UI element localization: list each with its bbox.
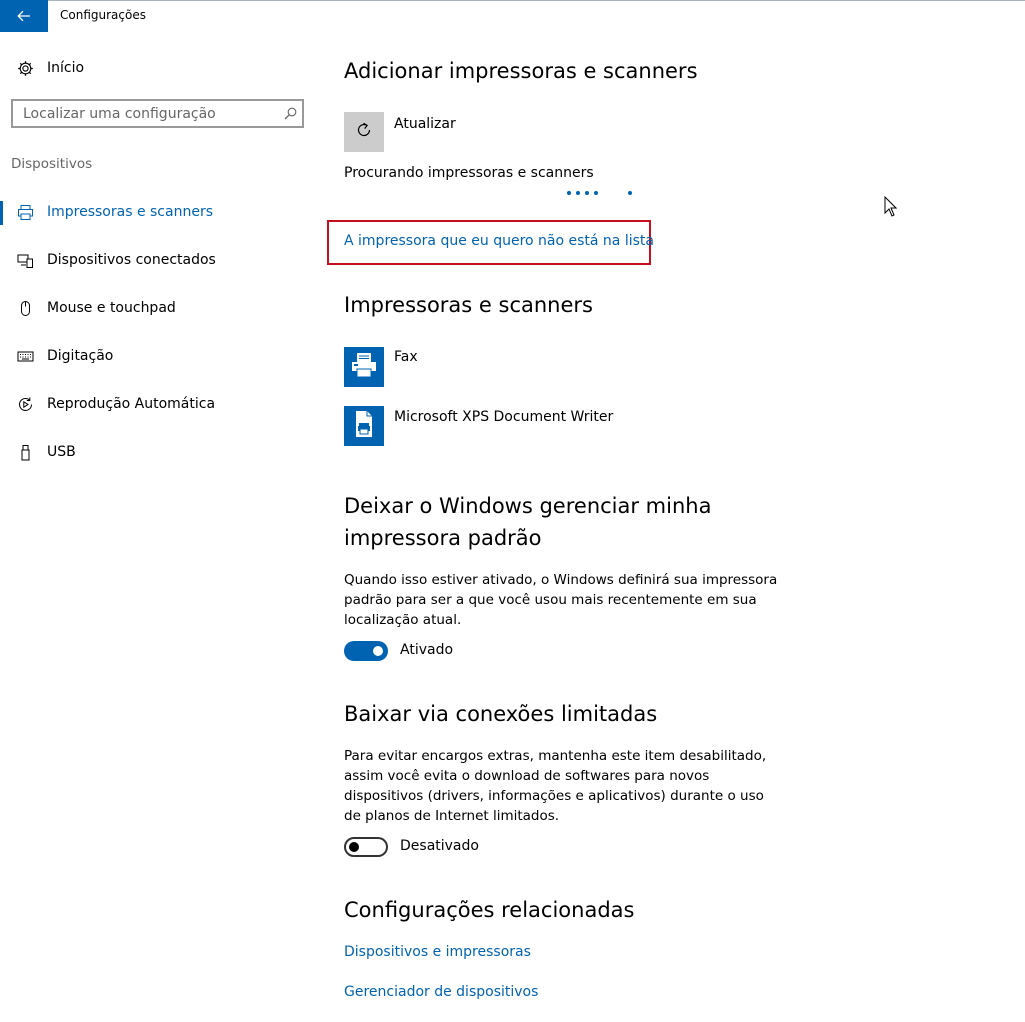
search-placeholder: Localizar uma configuração xyxy=(23,105,216,122)
metered-toggle[interactable] xyxy=(344,837,388,857)
searching-status-text: Procurando impressoras e scanners xyxy=(344,165,594,181)
home-nav-item[interactable]: Início xyxy=(16,59,84,77)
devices-and-printers-link[interactable]: Dispositivos e impressoras xyxy=(344,944,531,960)
printer-name[interactable]: Fax xyxy=(394,349,418,365)
metered-heading: Baixar via conexões limitadas xyxy=(344,702,658,726)
printer-name[interactable]: Microsoft XPS Document Writer xyxy=(394,409,613,425)
fax-icon xyxy=(349,350,379,384)
sidebar-item-connected-devices[interactable]: Dispositivos conectados xyxy=(16,251,216,269)
toggle-knob xyxy=(373,646,383,656)
default-printer-heading-line1: Deixar o Windows gerenciar minha xyxy=(344,494,712,518)
sidebar-item-printers-scanners[interactable]: Impressoras e scanners xyxy=(16,203,213,221)
metered-toggle-label: Desativado xyxy=(400,838,479,854)
default-printer-description: Quando isso estiver ativado, o Windows d… xyxy=(344,572,778,628)
printers-heading: Impressoras e scanners xyxy=(344,293,593,317)
mouse-pointer-icon xyxy=(884,195,898,221)
default-printer-toggle[interactable] xyxy=(344,641,388,661)
printer-not-listed-link[interactable]: A impressora que eu quero não está na li… xyxy=(344,233,654,249)
sidebar-item-label: Impressoras e scanners xyxy=(47,204,213,220)
sidebar-item-label: Digitação xyxy=(47,348,114,364)
refresh-label[interactable]: Atualizar xyxy=(394,116,456,132)
sidebar-item-label: USB xyxy=(47,444,76,460)
sidebar-item-label: Reprodução Automática xyxy=(47,396,216,412)
mouse-icon xyxy=(16,299,34,317)
connected-devices-icon xyxy=(16,251,34,269)
related-settings-heading: Configurações relacionadas xyxy=(344,898,635,922)
back-button[interactable] xyxy=(0,0,48,32)
sidebar-item-usb[interactable]: USB xyxy=(16,443,76,461)
back-arrow-icon xyxy=(17,7,31,26)
keyboard-icon xyxy=(16,347,34,365)
sidebar-item-label: Dispositivos conectados xyxy=(47,252,216,268)
home-label: Início xyxy=(47,60,85,76)
refresh-button[interactable] xyxy=(344,112,384,152)
metered-description: Para evitar encargos extras, mantenha es… xyxy=(344,748,767,824)
autoplay-icon xyxy=(16,395,34,413)
add-printers-heading: Adicionar impressoras e scanners xyxy=(344,59,698,83)
window-title: Configurações xyxy=(60,8,146,22)
document-printer-icon xyxy=(349,409,379,443)
sidebar-section-label: Dispositivos xyxy=(11,156,93,172)
default-printer-toggle-label: Ativado xyxy=(400,642,454,658)
sidebar-item-mouse-touchpad[interactable]: Mouse e touchpad xyxy=(16,299,176,317)
printer-item-xps[interactable] xyxy=(344,406,384,446)
settings-search-input[interactable]: Localizar uma configuração xyxy=(11,99,304,128)
sidebar-item-typing[interactable]: Digitação xyxy=(16,347,113,365)
refresh-icon xyxy=(355,121,373,143)
device-manager-link[interactable]: Gerenciador de dispositivos xyxy=(344,984,538,1000)
printer-item-fax[interactable] xyxy=(344,347,384,387)
toggle-knob xyxy=(349,842,359,852)
printer-icon xyxy=(16,203,34,221)
sidebar-item-label: Mouse e touchpad xyxy=(47,300,176,316)
default-printer-heading-line2: impressora padrão xyxy=(344,526,542,550)
active-item-indicator xyxy=(0,201,3,225)
sidebar-item-autoplay[interactable]: Reprodução Automática xyxy=(16,395,215,413)
title-bar-border xyxy=(48,0,1025,1)
usb-icon xyxy=(16,443,34,461)
gear-icon xyxy=(16,59,34,77)
search-icon[interactable] xyxy=(278,107,302,120)
